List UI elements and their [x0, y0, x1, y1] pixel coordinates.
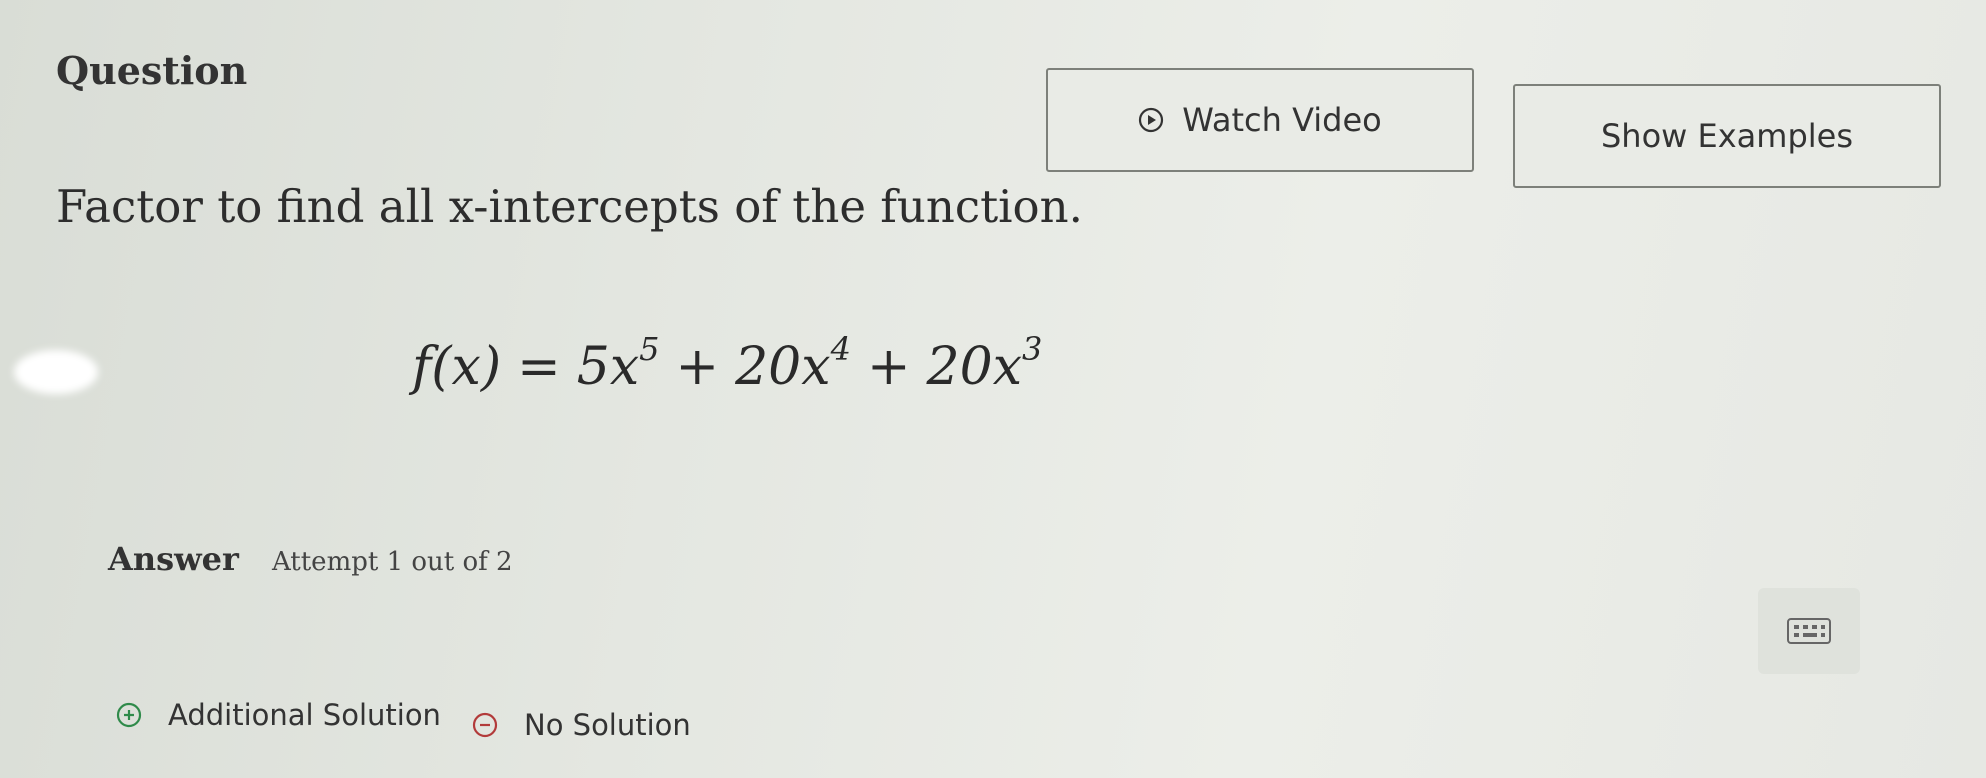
keypad-icon	[1787, 618, 1831, 644]
equation-plus-1: +	[675, 337, 720, 397]
minus-circle-icon	[472, 712, 498, 738]
question-prompt: Factor to find all x-intercepts of the f…	[56, 180, 1083, 233]
equation-equals: =	[517, 337, 561, 397]
attempt-counter: Attempt 1 out of 2	[271, 547, 513, 577]
function-equation: f(x) = 5x5 +20x4 +20x3	[412, 330, 1042, 397]
watch-video-label: Watch Video	[1182, 101, 1382, 139]
watch-video-button[interactable]: Watch Video	[1046, 68, 1474, 172]
equation-term-3: 20x	[926, 337, 1023, 397]
equation-term-2: 20x	[735, 337, 831, 397]
no-solution-label: No Solution	[524, 708, 691, 742]
equation-lhs: f(x)	[412, 337, 502, 397]
question-header: Question	[56, 48, 248, 93]
equation-exponent-3: 3	[1022, 330, 1043, 368]
equation-exponent-1: 5	[639, 330, 660, 368]
show-examples-button[interactable]: Show Examples	[1513, 84, 1941, 188]
plus-circle-icon	[116, 702, 142, 728]
additional-solution-button[interactable]: Additional Solution	[116, 698, 441, 732]
no-solution-button[interactable]: No Solution	[472, 708, 691, 742]
answer-label: Answer	[108, 540, 239, 578]
keypad-button[interactable]	[1758, 588, 1860, 674]
answer-row: Answer Attempt 1 out of 2	[108, 540, 513, 578]
equation-exponent-2: 4	[830, 330, 851, 368]
equation-plus-2: +	[866, 337, 911, 397]
show-examples-label: Show Examples	[1600, 117, 1853, 155]
equation-term-1: 5x	[576, 337, 640, 397]
additional-solution-label: Additional Solution	[168, 698, 441, 732]
screen-glare	[14, 350, 98, 394]
play-circle-icon	[1139, 107, 1164, 133]
